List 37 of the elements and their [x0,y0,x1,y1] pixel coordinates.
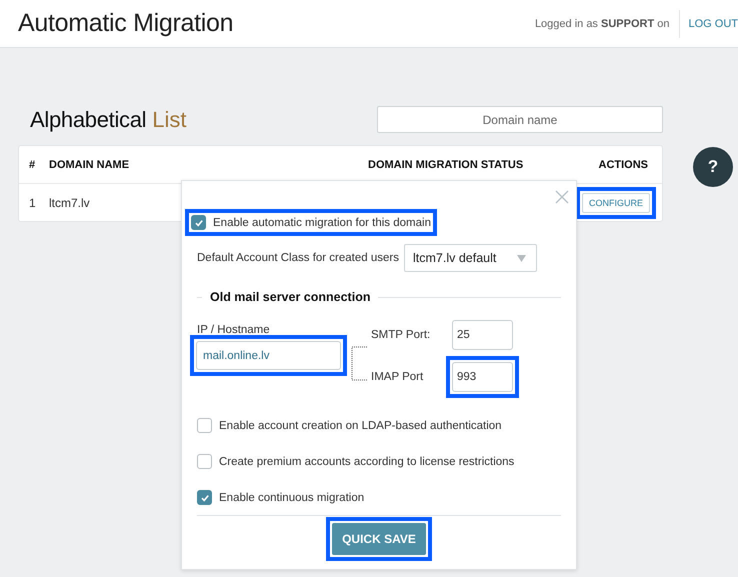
caret-icon [517,255,526,262]
connector-bracket [351,346,367,381]
checkbox[interactable] [197,490,212,505]
help-button[interactable]: ? [693,147,733,187]
port-field[interactable]: 993 [452,362,513,392]
logout-link[interactable]: LOG OUT [680,18,738,30]
section-title: Old mail server connection [210,290,370,304]
checkbox-label: Enable continuous migration [219,492,364,504]
field-label: SMTP Port: [371,329,432,341]
checkmark-icon [200,492,210,502]
table-cell-text: ltcm7.lv [49,196,91,210]
column-header: DOMAIN MIGRATION STATUS [368,158,524,170]
close-icon[interactable] [555,190,569,204]
checkbox-label: Enable automatic migration for this domain [213,216,431,228]
checkbox[interactable] [191,215,206,230]
column-header: ACTIONS [598,158,648,170]
checkmark-icon [194,218,204,228]
quick-save-button[interactable]: QUICK SAVE [332,523,426,555]
column-header: # [28,158,36,170]
configure-button[interactable]: CONFIGURE [582,192,650,212]
page-title: Automatic Migration [18,9,234,38]
checkbox[interactable] [197,454,212,469]
table-cell-text: 1 [28,196,37,210]
column-header: DOMAIN NAME [49,158,130,170]
checkbox-label: Enable account creation on LDAP-based authentication [219,420,502,432]
list-title-suffix: List [152,106,187,132]
field-label: IP / Hostname [196,324,271,336]
checkbox-label: Create premium accounts according to license restrictions [219,456,514,468]
field-label: IMAP Port [371,371,424,383]
search-field[interactable]: Domain name [377,106,663,133]
hostname-field[interactable]: mail.online.lv [196,341,341,370]
field-label: Default Account Class for created users [197,252,399,264]
account-class-dropdown[interactable]: ltcm7.lv default [404,244,537,272]
checkbox[interactable] [197,418,212,433]
login-status: Logged in as SUPPORT on [534,18,670,30]
port-field[interactable]: 25 [452,320,513,350]
list-title: Alphabetical [30,106,146,132]
